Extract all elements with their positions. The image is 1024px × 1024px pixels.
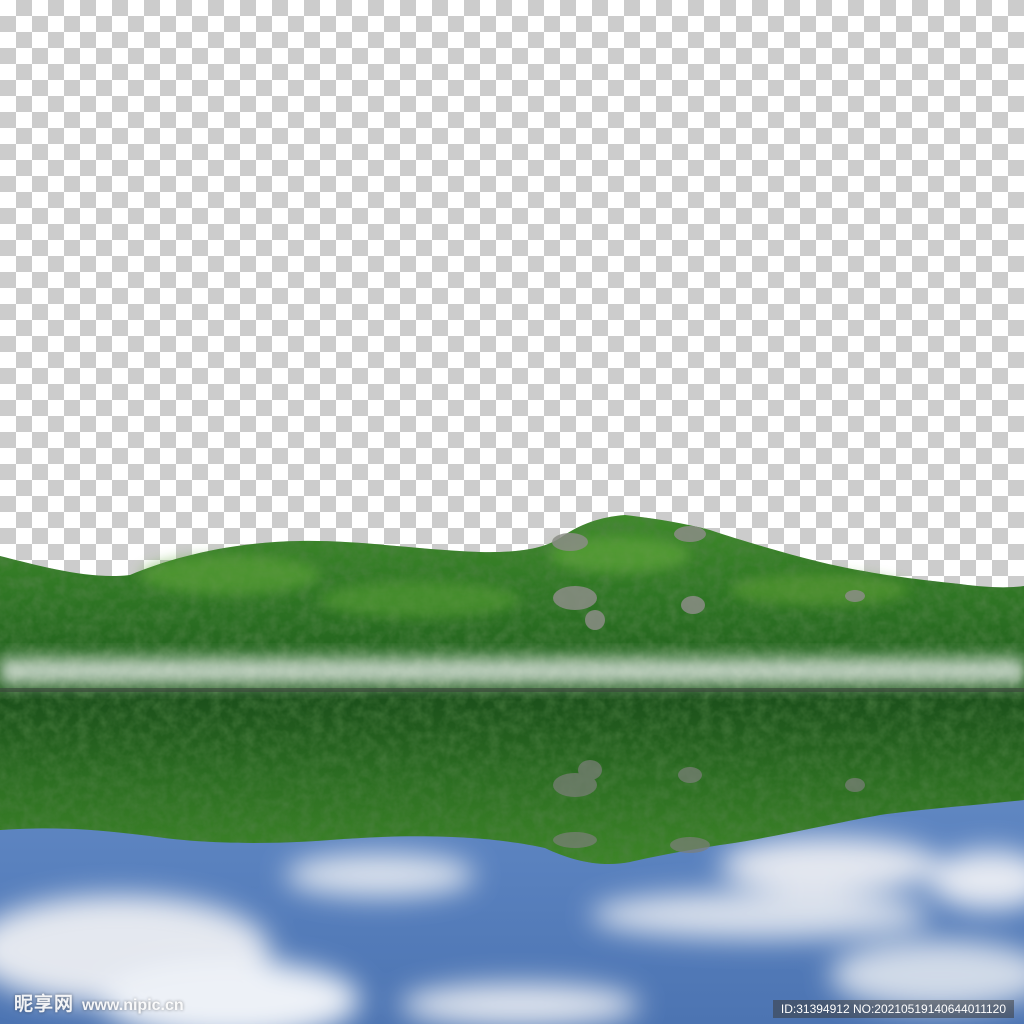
watermark-logo-text: 昵享网: [14, 993, 75, 1015]
shoreline: [0, 688, 1024, 692]
watermark-id-label: ID:31394912 NO:20210519140644011120: [772, 1000, 1014, 1018]
watermark-url: www.nipic.cn: [82, 997, 184, 1014]
lake-mountain-scene: [0, 515, 1024, 1024]
nipic-watermark: 昵享网 www.nipic.cn: [14, 989, 184, 1016]
mist-band: [0, 648, 1024, 694]
